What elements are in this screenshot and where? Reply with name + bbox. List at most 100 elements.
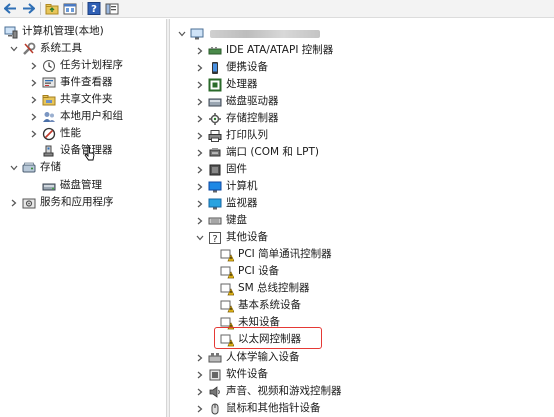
tree-item-performance[interactable]: 性能: [28, 125, 81, 142]
software-device-icon: [208, 368, 222, 382]
device-category-label: 键盘: [226, 214, 247, 226]
device-item-label: SM 总线控制器: [238, 282, 310, 294]
device-category-mouse[interactable]: 鼠标和其他指针设备: [194, 400, 321, 417]
device-category-computer[interactable]: 计算机: [194, 178, 258, 195]
chevron-down-icon[interactable]: [8, 159, 20, 176]
device-category-hid[interactable]: 人体学输入设备: [194, 349, 300, 366]
device-category-firmware[interactable]: 固件: [194, 161, 247, 178]
device-category-label: 磁盘驱动器: [226, 95, 279, 107]
tree-item-system-tools[interactable]: 系统工具: [8, 40, 82, 57]
tree-item-label: 本地用户和组: [60, 110, 123, 122]
device-category-monitors[interactable]: 监视器: [194, 195, 258, 212]
tree-item-label: 共享文件夹: [60, 93, 113, 105]
tree-item-label: 系统工具: [40, 42, 82, 54]
chevron-right-icon[interactable]: [194, 195, 206, 212]
device-item-base-system[interactable]: 基本系统设备: [218, 297, 301, 314]
warning-device-icon: [220, 299, 234, 313]
chevron-right-icon[interactable]: [28, 57, 40, 74]
device-category-print-queue[interactable]: 打印队列: [194, 127, 268, 144]
tree-item-label: 事件查看器: [60, 76, 113, 88]
warning-device-icon: [220, 282, 234, 296]
chevron-right-icon[interactable]: [194, 178, 206, 195]
device-item-sm-bus[interactable]: SM 总线控制器: [218, 280, 310, 297]
warning-device-icon: [220, 265, 234, 279]
tree-item-storage[interactable]: 存储: [8, 159, 61, 176]
chevron-right-icon[interactable]: [194, 127, 206, 144]
device-category-label: 计算机: [226, 180, 258, 192]
unknown-device-icon: ?: [208, 231, 222, 245]
tree-item-services[interactable]: 服务和应用程序: [8, 194, 114, 211]
chevron-right-icon[interactable]: [194, 76, 206, 93]
tree-item-local-users[interactable]: 本地用户和组: [28, 108, 123, 125]
tree-item-label: 存储: [40, 161, 61, 173]
tree-item-label: 服务和应用程序: [40, 196, 114, 208]
back-arrow-icon[interactable]: [2, 1, 18, 16]
device-item-label: 基本系统设备: [238, 299, 301, 311]
device-category-other-devices[interactable]: ? 其他设备: [194, 229, 268, 246]
device-category-label: 固件: [226, 163, 247, 175]
chevron-right-icon[interactable]: [28, 125, 40, 142]
device-tree-root[interactable]: [176, 25, 320, 42]
forward-arrow-icon[interactable]: [20, 1, 36, 16]
device-category-keyboard[interactable]: 键盘: [194, 212, 247, 229]
processor-icon: [208, 78, 222, 92]
printer-icon: [208, 129, 222, 143]
chevron-right-icon[interactable]: [194, 212, 206, 229]
device-category-ports[interactable]: 端口 (COM 和 LPT): [194, 144, 319, 161]
tree-item-computer-management[interactable]: 计算机管理(本地): [2, 23, 104, 40]
chevron-right-icon[interactable]: [28, 91, 40, 108]
chevron-right-icon[interactable]: [194, 400, 206, 417]
portable-device-icon: [208, 61, 222, 75]
chevron-right-icon[interactable]: [194, 349, 206, 366]
device-category-label: 存储控制器: [226, 112, 279, 124]
tree-item-event-viewer[interactable]: 事件查看器: [28, 74, 113, 91]
chevron-down-icon[interactable]: [8, 40, 20, 57]
mouse-icon: [208, 402, 222, 416]
tree-item-disk-management[interactable]: 磁盘管理: [40, 177, 102, 194]
device-category-sound[interactable]: 声音、视频和游戏控制器: [194, 383, 342, 400]
tree-item-label: 计算机管理(本地): [22, 25, 104, 37]
chevron-down-icon[interactable]: [176, 25, 188, 42]
firmware-icon: [208, 163, 222, 177]
chevron-right-icon[interactable]: [194, 110, 206, 127]
device-item-pci-device[interactable]: PCI 设备: [218, 263, 279, 280]
device-category-processor[interactable]: 处理器: [194, 76, 258, 93]
device-category-storage-controllers[interactable]: 存储控制器: [194, 110, 279, 127]
tree-item-shared-folders[interactable]: 共享文件夹: [28, 91, 113, 108]
chevron-right-icon[interactable]: [28, 108, 40, 125]
performance-icon: [42, 127, 56, 141]
computer-management-icon: [4, 25, 18, 39]
tree-item-device-manager[interactable]: 设备管理器: [40, 142, 113, 159]
speaker-icon: [208, 385, 222, 399]
chevron-right-icon[interactable]: [194, 383, 206, 400]
chevron-right-icon[interactable]: [28, 74, 40, 91]
mouse-cursor-icon: [84, 146, 96, 162]
properties-icon[interactable]: [62, 1, 78, 16]
chevron-right-icon[interactable]: [194, 161, 206, 178]
clock-icon: [42, 59, 56, 73]
disk-management-icon: [42, 179, 56, 193]
show-hide-icon[interactable]: [104, 1, 120, 16]
chevron-right-icon[interactable]: [194, 144, 206, 161]
device-manager-icon: [42, 144, 56, 158]
device-category-label: 打印队列: [226, 129, 268, 141]
chevron-right-icon[interactable]: [194, 93, 206, 110]
device-category-software[interactable]: 软件设备: [194, 366, 268, 383]
chevron-right-icon[interactable]: [194, 59, 206, 76]
device-category-ide[interactable]: IDE ATA/ATAPI 控制器: [194, 42, 333, 59]
device-item-pci-comm[interactable]: PCI 简单通讯控制器: [218, 246, 332, 263]
device-category-disk-drives[interactable]: 磁盘驱动器: [194, 93, 279, 110]
svg-text:?: ?: [91, 4, 97, 15]
monitor-icon: [208, 197, 222, 211]
help-icon[interactable]: ?: [86, 1, 102, 16]
chevron-down-icon[interactable]: [194, 229, 206, 246]
tree-item-label: 任务计划程序: [60, 59, 123, 71]
chevron-right-icon[interactable]: [8, 194, 20, 211]
device-category-portable[interactable]: 便携设备: [194, 59, 268, 76]
ide-controller-icon: [208, 44, 222, 58]
chevron-right-icon[interactable]: [194, 366, 206, 383]
chevron-right-icon[interactable]: [194, 42, 206, 59]
tree-item-task-scheduler[interactable]: 任务计划程序: [28, 57, 123, 74]
folder-up-icon[interactable]: [44, 1, 60, 16]
device-tree: IDE ATA/ATAPI 控制器 便携设备 处理器 磁盘驱动器 存储控制器 打…: [170, 19, 554, 417]
